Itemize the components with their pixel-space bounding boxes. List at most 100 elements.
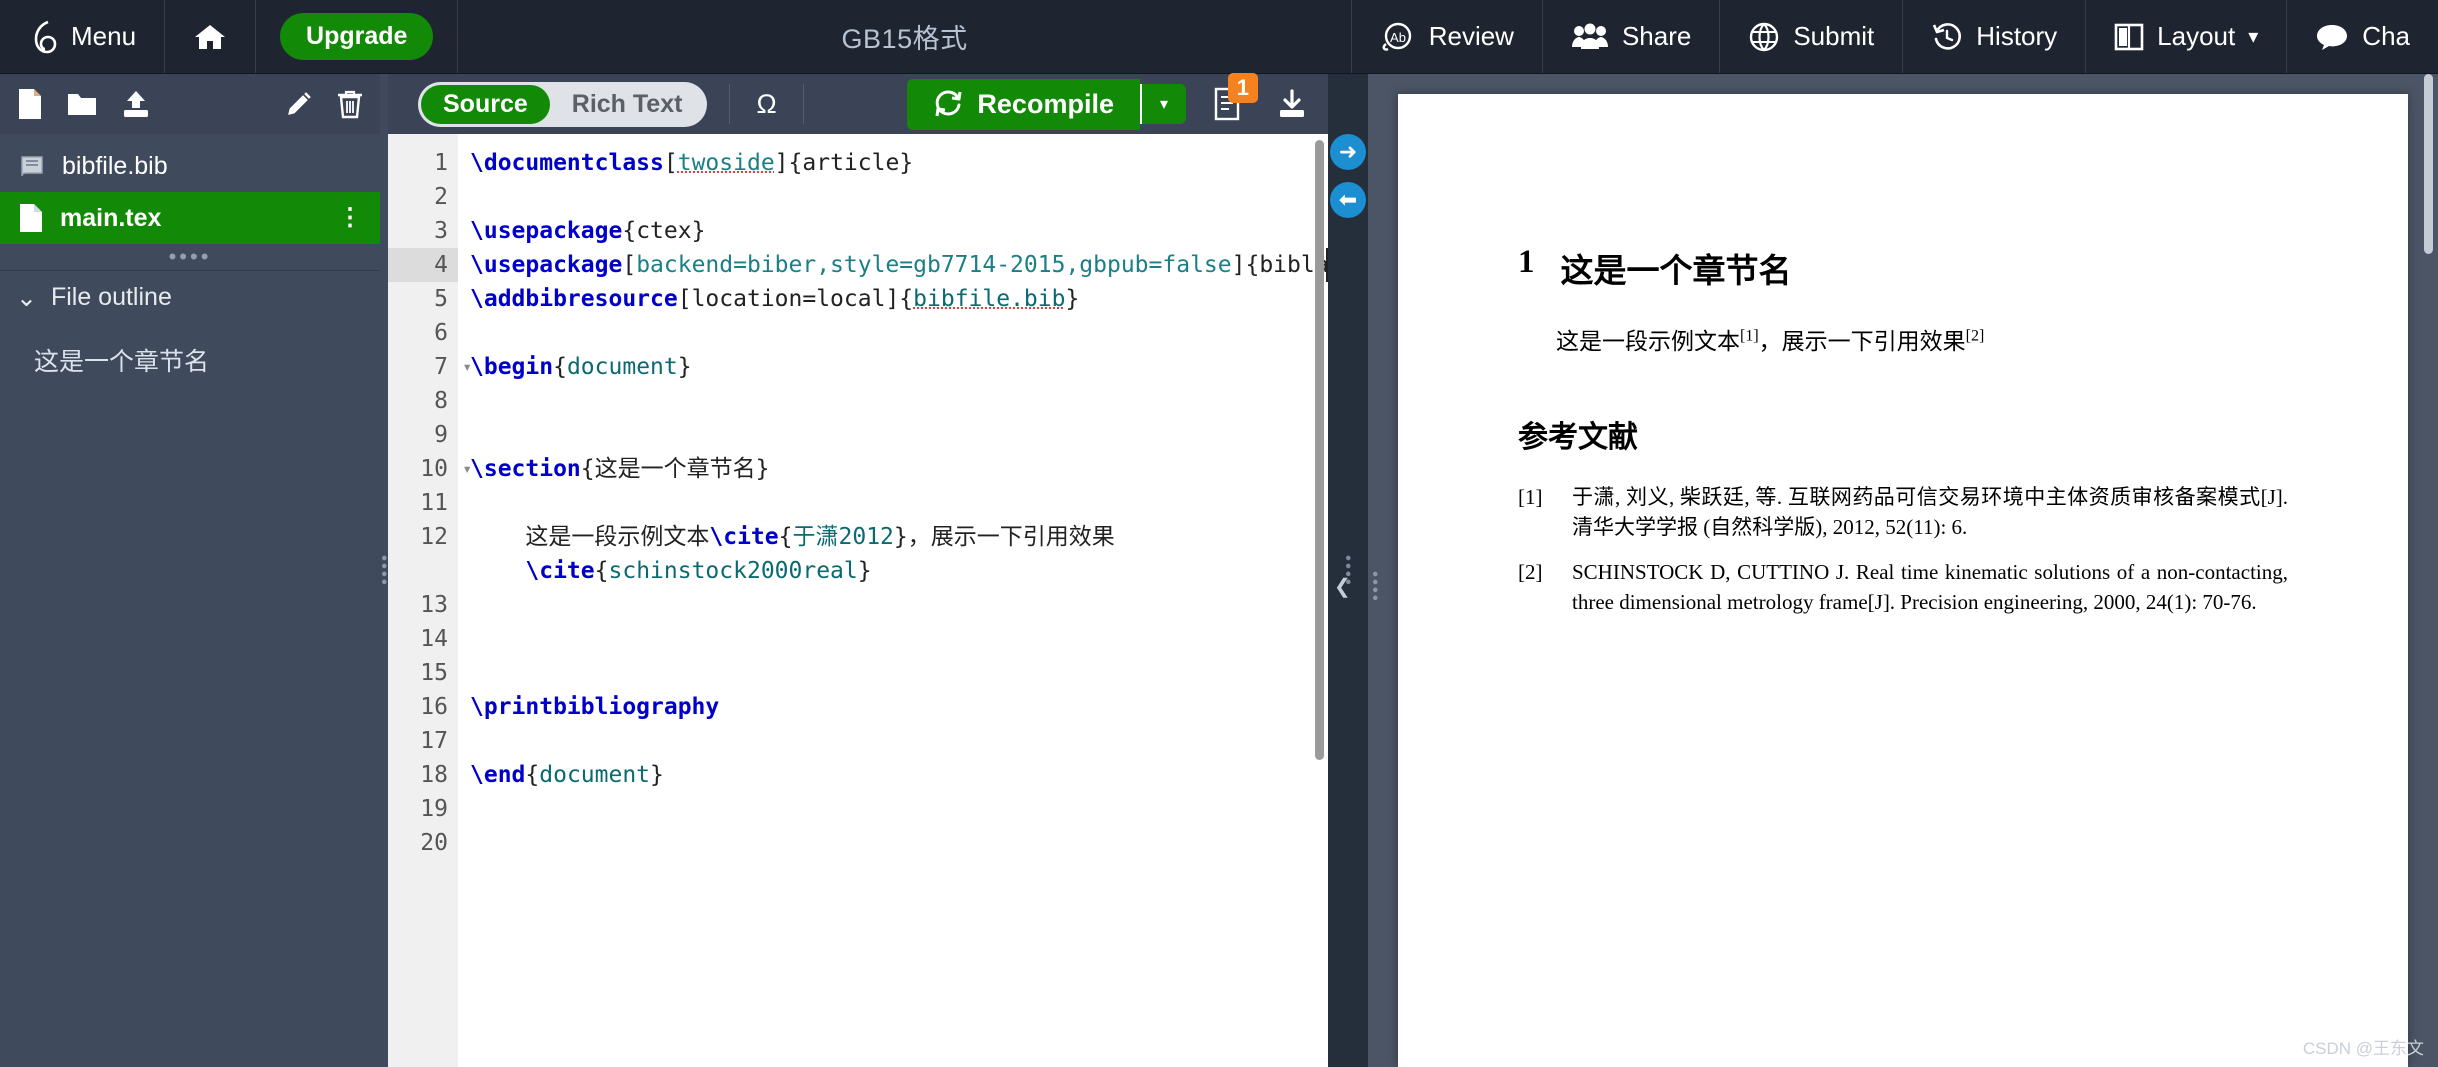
code-token: [ (663, 150, 678, 176)
pdf-panel-grip[interactable]: •••• (1368, 571, 1384, 603)
code-line[interactable]: 这是一段示例文本\cite{于潇2012}，展示一下引用效果 (470, 520, 1328, 554)
chat-bubble-icon (2315, 23, 2349, 51)
recompile-button[interactable]: Recompile (907, 78, 1140, 130)
code-line[interactable] (470, 724, 1328, 758)
submit-button[interactable]: Submit (1719, 0, 1902, 73)
nav-right-group: Ab Review Share Submit History Layout ▾ … (1350, 0, 2438, 73)
review-label: Review (1428, 21, 1514, 51)
line-number: 17 (420, 728, 448, 754)
code-line[interactable]: \section{这是一个章节名} (470, 452, 1328, 486)
splitter-collapse-tab[interactable]: ❮ (1334, 574, 1351, 599)
code-line[interactable]: \cite{schinstock2000real} (470, 554, 1328, 588)
menu-button[interactable]: Menu (0, 0, 166, 73)
recompile-label: Recompile (977, 88, 1114, 119)
code-token: { (594, 558, 609, 584)
share-people-icon (1571, 23, 1609, 51)
file-context-menu-icon[interactable]: ⋮ (338, 205, 362, 229)
code-line[interactable] (470, 418, 1328, 452)
code-line[interactable]: \documentclass[twoside]{article} (470, 146, 1328, 180)
upload-button[interactable] (120, 89, 152, 119)
editor-vertical-scrollbar[interactable] (1315, 140, 1324, 760)
tab-rich-text[interactable]: Rich Text (550, 85, 705, 124)
code-token: location=local (691, 286, 886, 312)
line-number-wrap (388, 554, 458, 588)
pdf-paragraph: 这是一段示例文本[1]，展示一下引用效果[2] (1556, 322, 2288, 356)
code-line[interactable]: \printbibliography (470, 690, 1328, 724)
code-line[interactable] (470, 656, 1328, 690)
code-line[interactable] (470, 622, 1328, 656)
history-button[interactable]: History (1902, 0, 2085, 73)
pdf-vertical-scrollbar[interactable] (2424, 74, 2433, 254)
code-line[interactable]: \usepackage{ctex} (470, 214, 1328, 248)
code-line[interactable] (470, 180, 1328, 214)
new-folder-button[interactable] (66, 90, 98, 118)
new-folder-icon (66, 90, 98, 118)
file-item-main-tex[interactable]: main.tex ⋮ (0, 192, 380, 244)
code-token: } (650, 762, 664, 788)
code-line[interactable]: \addbibresource[location=local]{bibfile.… (470, 282, 1328, 316)
home-button[interactable] (165, 0, 257, 73)
code-line[interactable]: \usepackage[backend=biber,style=gb7714-2… (470, 248, 1328, 282)
review-button[interactable]: Ab Review (1350, 0, 1542, 73)
bib-entry-text: 于潇, 刘义, 柴跃廷, 等. 互联网药品可信交易环境中主体资质审核备案模式[J… (1572, 485, 2288, 540)
code-line[interactable] (470, 588, 1328, 622)
chevron-down-icon: ⌄ (16, 283, 37, 312)
outline-item-section[interactable]: 这是一个章节名 (0, 334, 380, 386)
share-button[interactable]: Share (1541, 0, 1719, 73)
code-line[interactable]: \begin{document} (470, 350, 1328, 384)
line-number: 1 (434, 150, 448, 176)
file-panel-resize-handle[interactable]: •••• (0, 244, 380, 270)
code-line[interactable]: \end{document} (470, 758, 1328, 792)
trash-icon (336, 89, 364, 119)
editor-pdf-splitter[interactable]: •••• ➜ ⬅ ❮ (1328, 74, 1368, 1067)
code-token: \end (470, 762, 526, 788)
code-editor[interactable]: 1 2 3 4 5 6 7 ▾ 8 9 10 ▾ 11 12 13 14 15 16 17 18 19 20 \docum… (388, 134, 1328, 1067)
rename-button[interactable] (284, 89, 314, 119)
pdf-paragraph-text-pre: 这是一段示例文本 (1556, 329, 1740, 354)
code-line[interactable] (470, 826, 1328, 860)
project-title: GB15格式 (841, 24, 968, 54)
code-token: { (553, 354, 567, 380)
review-ab-icon: Ab (1380, 22, 1416, 52)
upgrade-button[interactable]: Upgrade (280, 13, 434, 60)
pdf-paragraph-text-mid: ，展示一下引用效果 (1758, 329, 1966, 354)
sync-to-code-button[interactable]: ⬅ (1330, 182, 1366, 218)
code-line[interactable] (470, 486, 1328, 520)
file-panel: bibfile.bib main.tex ⋮ •••• ⌄ File outli… (0, 74, 380, 1067)
code-line[interactable] (470, 384, 1328, 418)
code-line[interactable] (470, 316, 1328, 350)
file-panel-vertical-resizer[interactable]: •••• (375, 74, 394, 1067)
code-text-area[interactable]: \documentclass[twoside]{article} \usepac… (458, 134, 1328, 1067)
code-token: { (622, 218, 637, 244)
code-token: \usepackage (470, 218, 623, 244)
code-token: 这是一段示例文本 (470, 524, 710, 550)
pdf-bibliography-heading: 参考文献 (1518, 421, 1638, 454)
layout-button[interactable]: Layout ▾ (2085, 0, 2286, 73)
chevron-down-icon: ▾ (2248, 26, 2259, 48)
pdf-citation-2: [2] (1965, 327, 1985, 345)
tab-source[interactable]: Source (421, 84, 550, 124)
line-number: 6 (434, 320, 448, 346)
bib-entry-number: [1] (1518, 485, 1543, 509)
download-pdf-button[interactable] (1276, 88, 1308, 120)
file-item-bibfile[interactable]: bibfile.bib (0, 140, 380, 192)
recompile-options-button[interactable]: ▾ (1139, 84, 1186, 124)
sync-to-pdf-button[interactable]: ➜ (1330, 134, 1366, 170)
code-line[interactable] (470, 792, 1328, 826)
code-token: } (677, 354, 692, 380)
logs-button[interactable]: 1 (1212, 73, 1258, 121)
line-number: 20 (420, 830, 448, 856)
logs-warning-badge: 1 (1227, 73, 1258, 103)
chat-button[interactable]: Cha (2286, 0, 2438, 73)
new-file-button[interactable] (16, 88, 44, 120)
pdf-section-heading: 1 这是一个章节名 (1518, 244, 2288, 292)
tex-file-icon (18, 203, 44, 233)
symbol-palette-button[interactable]: Ω (729, 84, 804, 124)
menu-label: Menu (71, 21, 137, 51)
file-outline-header[interactable]: ⌄ File outline (0, 270, 380, 324)
editor-column: Source Rich Text Ω Recompile ▾ 1 1 2 3 4… (388, 73, 1328, 1067)
file-list: bibfile.bib main.tex ⋮ (0, 134, 380, 244)
line-number: 19 (420, 796, 448, 822)
delete-button[interactable] (336, 89, 364, 119)
upgrade-wrap: Upgrade (256, 0, 459, 73)
